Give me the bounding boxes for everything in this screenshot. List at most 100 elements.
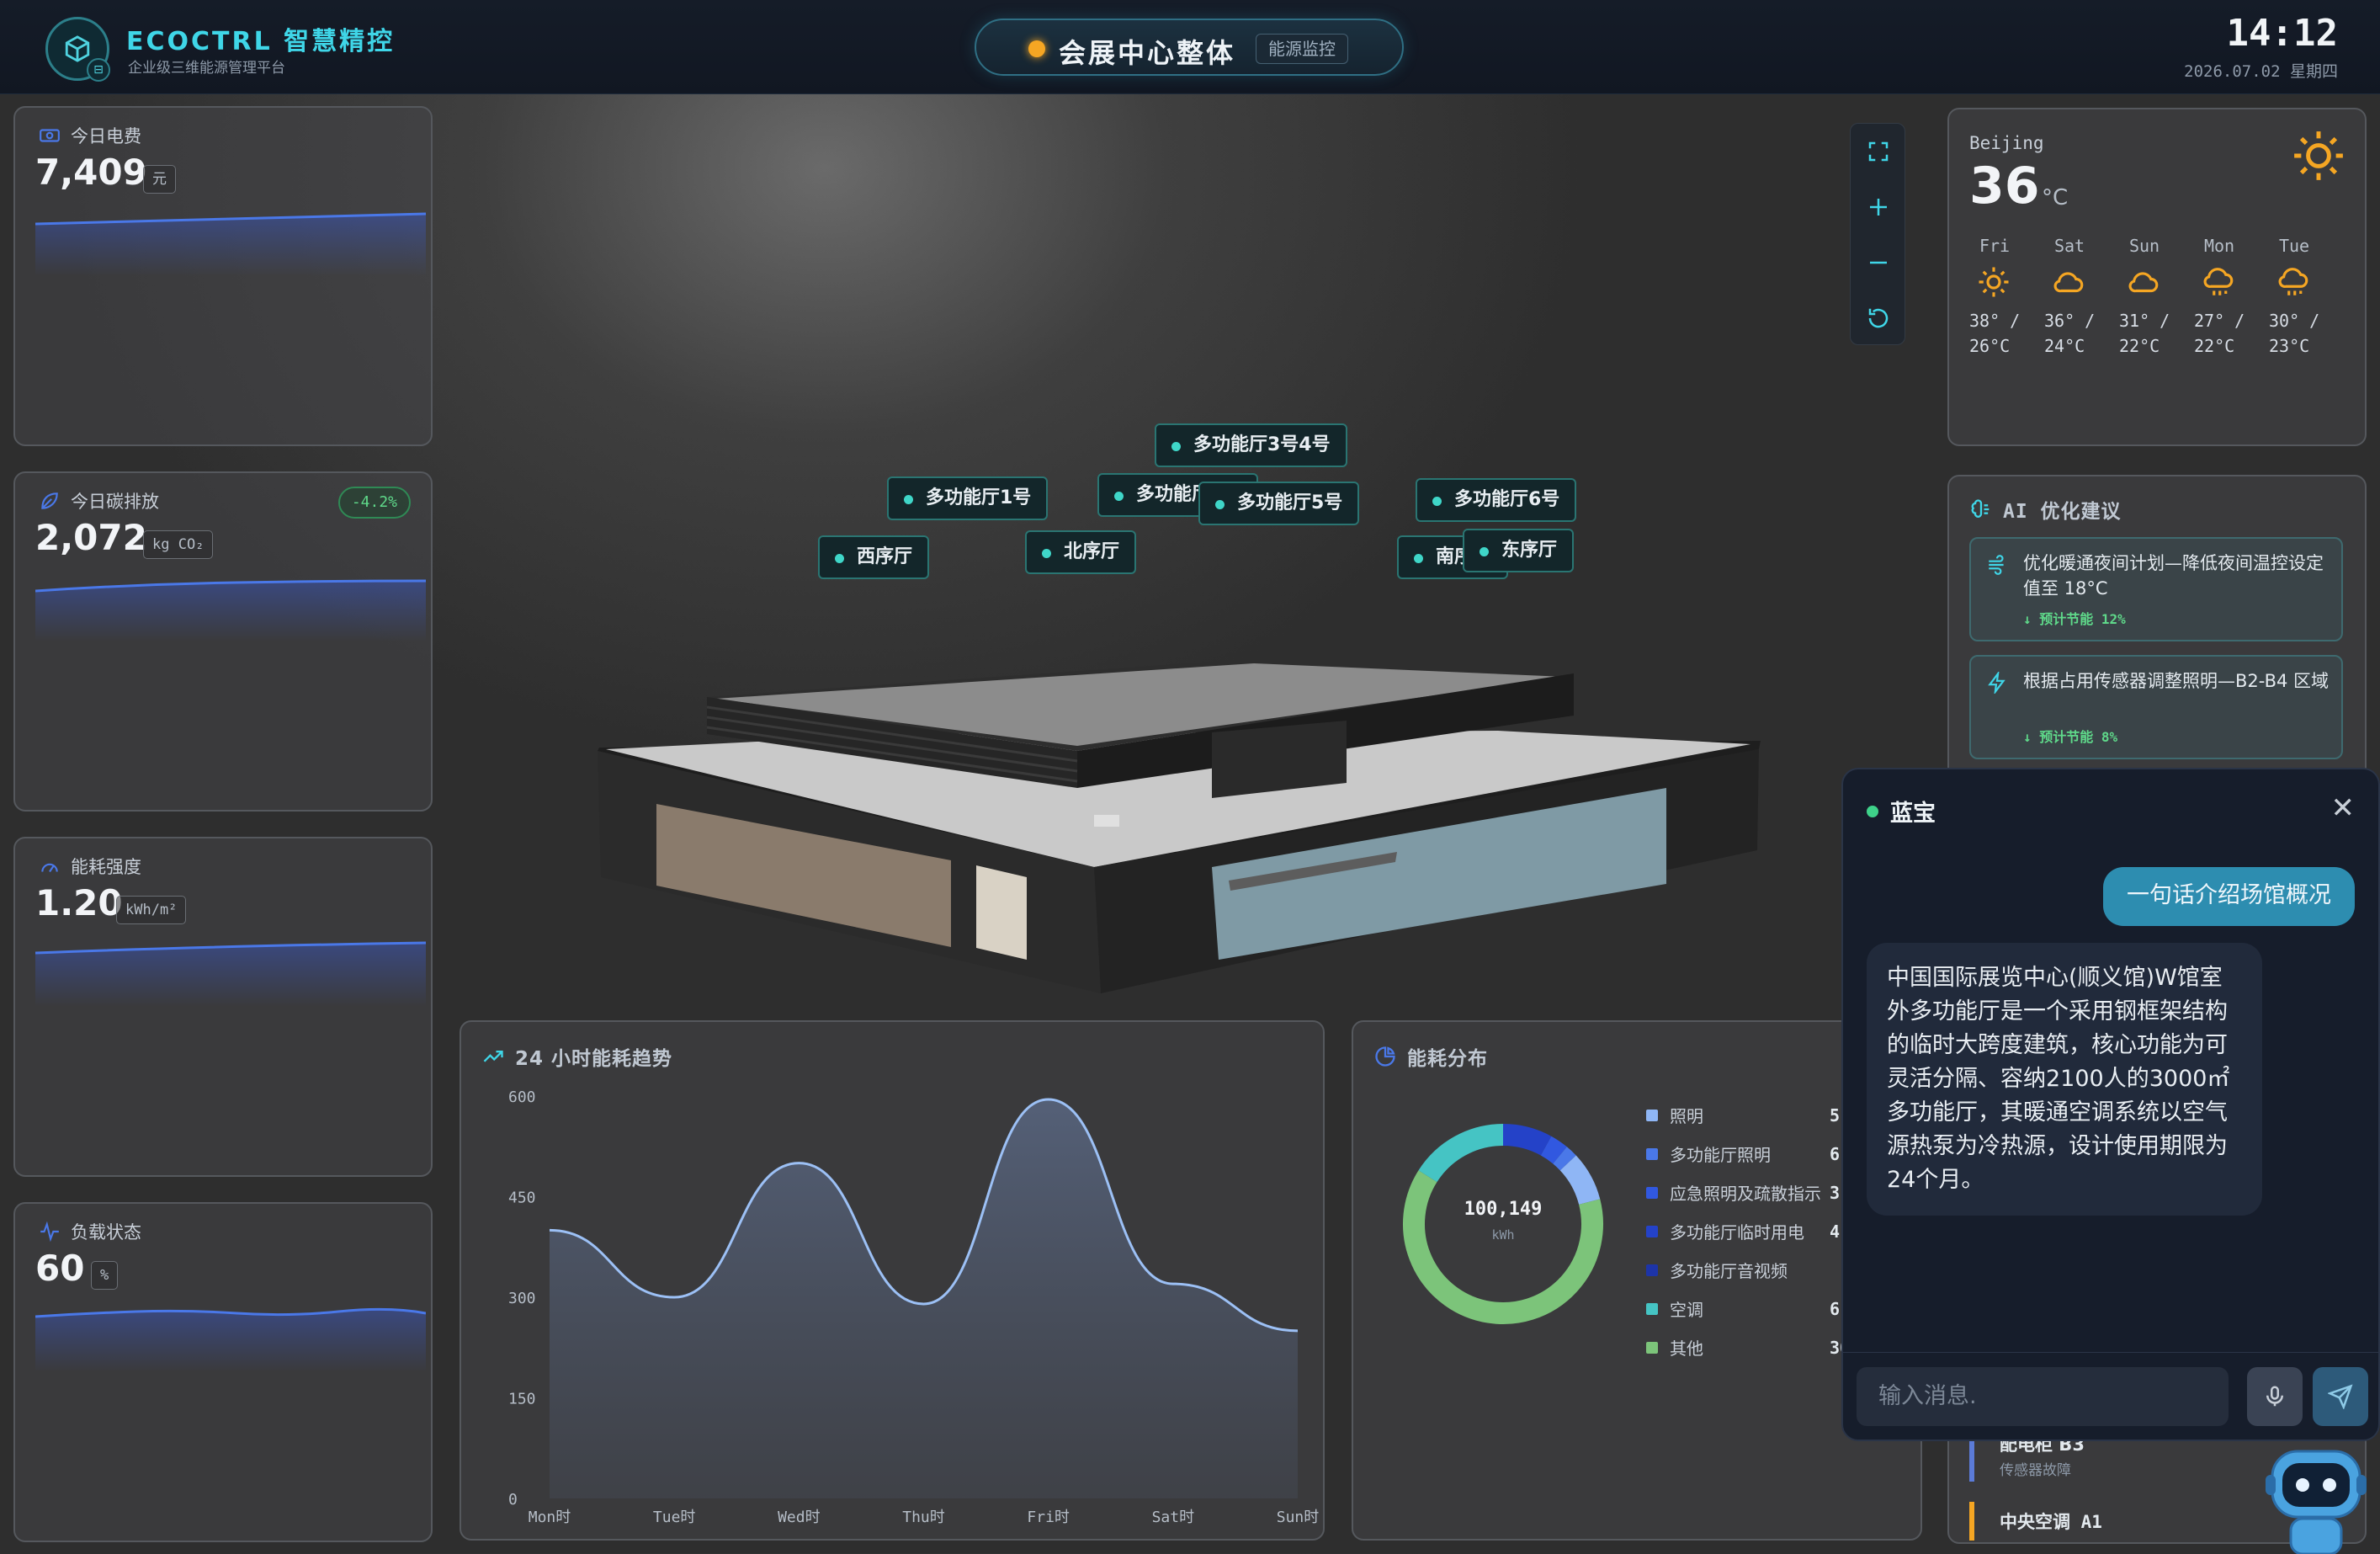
chat-input[interactable]: 输入消息. [1857, 1367, 2229, 1426]
legend-item[interactable]: 多功能厅照明 6 [1646, 1142, 1840, 1166]
forecast-day: Tue 30° /23°C [2269, 236, 2320, 356]
top-bar: ⊟ ECOCTRL 智慧精控 企业级三维能源管理平台 会展中心整体 能源监控 1… [0, 0, 2380, 94]
pulse-icon [40, 1221, 59, 1243]
weather-temp: 36 [1969, 157, 2040, 216]
send-icon [2328, 1384, 2353, 1409]
room-label-hall-6[interactable]: 多功能厅6号 [1416, 478, 1577, 522]
legend-value: 4 [1830, 1221, 1841, 1242]
mic-icon [2266, 1386, 2283, 1407]
suggestion-item[interactable]: 根据占用传感器调整照明—B2-B4 区域 ↓ 预计节能 8% [1969, 655, 2343, 759]
legend-item[interactable]: 其他30,8 [1646, 1335, 1870, 1360]
stat-card-cost: 今日电费 7,409 元 [13, 106, 433, 446]
donut-center-unit: kWh [1491, 1227, 1515, 1243]
cloud-icon [2128, 272, 2159, 293]
sun-icon [2294, 131, 2343, 180]
leaf-icon [41, 492, 58, 509]
room-label-east-foyer[interactable]: 东序厅 [1463, 529, 1575, 572]
legend-label: 空调 [1670, 1300, 1703, 1320]
legend-item[interactable]: 空调6,0 [1646, 1296, 1860, 1321]
room-label-hall-1[interactable]: 多功能厅1号 [887, 476, 1049, 520]
cube-icon [65, 35, 90, 62]
room-label-hall-3-4[interactable]: 多功能厅3号4号 [1155, 423, 1347, 467]
donut-center-value: 100,149 [1464, 1199, 1543, 1220]
scene-mode-tag: 能源监控 [1256, 34, 1348, 64]
stat-label: 今日电费 [39, 123, 141, 148]
zoom-out-icon[interactable] [1851, 235, 1906, 290]
y-tick-label: 600 [508, 1088, 536, 1106]
legend-value: 3 [1830, 1182, 1841, 1203]
close-icon[interactable]: ✕ [2331, 791, 2356, 825]
distribution-title: 能耗分布 [1373, 1042, 1488, 1071]
forecast-day: Mon 27° /22°C [2194, 236, 2245, 356]
x-tick-label: Wed时 [778, 1509, 821, 1526]
legend-value: 5 [1830, 1104, 1841, 1126]
fullscreen-icon[interactable] [1851, 124, 1906, 179]
distribution-donut [1403, 1124, 1603, 1324]
stat-label: 能耗强度 [39, 854, 141, 879]
legend-item[interactable]: 多功能厅音视频 [1646, 1258, 1788, 1282]
brain-icon [1971, 499, 1990, 518]
forecast-day: Sat 36° /24°C [2044, 236, 2096, 356]
sparkline [35, 212, 426, 276]
legend-label: 其他 [1670, 1338, 1703, 1359]
logo-badge-icon: ⊟ [87, 58, 110, 82]
donut-slice[interactable] [1418, 1124, 1504, 1183]
mic-button[interactable] [2247, 1367, 2303, 1426]
stat-card-carbon: 今日碳排放 -4.2% 2,072 kg CO₂ [13, 471, 433, 812]
room-label-north-foyer[interactable]: 北序厅 [1025, 530, 1137, 574]
stat-value: 7,409 [35, 152, 147, 193]
legend-item[interactable]: 多功能厅临时用电 4 [1646, 1219, 1840, 1243]
weather-card: Beijing 36 °C Fri 38° /26°C Sat 36° /24°… [1947, 108, 2367, 446]
suggestion-item[interactable]: 优化暖通夜间计划—降低夜间温控设定值至 18°C ↓ 预计节能 12% [1969, 537, 2343, 641]
send-button[interactable] [2313, 1367, 2368, 1426]
legend-swatch [1646, 1225, 1658, 1237]
legend-label: 应急照明及疏散指示 [1670, 1184, 1821, 1204]
trend-chart: 600 450 300 150 0 Mon时 Tue时 Wed时 Thu时 Fri时 Sat时 Sun… [508, 1088, 1319, 1526]
clock: 14:12 [2226, 12, 2338, 55]
room-label-west-foyer[interactable]: 西序厅 [818, 535, 930, 579]
room-label-hall-5[interactable]: 多功能厅5号 [1198, 482, 1360, 525]
donut-slice[interactable] [1403, 1170, 1603, 1324]
assistant-avatar[interactable] [2264, 1445, 2368, 1554]
legend-swatch [1646, 1341, 1658, 1354]
pie-icon [1375, 1046, 1395, 1067]
sparkline [35, 941, 426, 1007]
donut-slice[interactable] [1553, 1147, 1576, 1171]
forecast-day: Fri 38° /26°C [1969, 236, 2021, 356]
x-tick-label: Thu时 [902, 1509, 945, 1526]
stat-card-load: 负载状态 60 % [13, 1202, 433, 1542]
sun-icon [1979, 267, 2009, 297]
trend-chart-card: 24 小时能耗趋势 600 450 300 150 0 Mon时 Tue时 Wed时 Thu时 F… [460, 1020, 1325, 1541]
stat-unit: % [91, 1261, 119, 1290]
donut-slice[interactable] [1559, 1155, 1601, 1205]
x-tick-label: Mon时 [529, 1509, 571, 1526]
status-dot-icon [1028, 40, 1045, 57]
rain-icon [2278, 268, 2308, 295]
legend-label: 照明 [1670, 1106, 1703, 1126]
legend-item[interactable]: 照明 5 [1646, 1103, 1840, 1127]
reset-view-icon[interactable] [1851, 290, 1906, 346]
money-icon [40, 129, 60, 142]
chat-bot-name: 蓝宝 [1890, 801, 1936, 827]
weather-city: Beijing [1969, 133, 2044, 153]
stat-unit: 元 [143, 165, 176, 194]
y-tick-label: 300 [508, 1290, 536, 1307]
forecast-day: Sun 31° /22°C [2119, 236, 2170, 356]
stat-value: 2,072 [35, 517, 147, 558]
gauge-icon [41, 863, 58, 873]
alert-desc: 传感器故障 [2000, 1462, 2071, 1479]
legend-value: 6 [1830, 1143, 1841, 1164]
alert-item[interactable]: 中央空调 A1 [2000, 1509, 2102, 1534]
series-area [550, 1099, 1298, 1498]
scene-title-pill[interactable]: 会展中心整体 能源监控 [975, 19, 1404, 76]
building-3d-model[interactable] [589, 640, 1767, 1010]
donut-slice[interactable] [1502, 1124, 1552, 1156]
legend-swatch [1646, 1264, 1658, 1276]
legend-swatch [1646, 1302, 1658, 1315]
y-tick-label: 0 [508, 1491, 518, 1509]
donut-slice[interactable] [1540, 1136, 1567, 1164]
sparkline [35, 1307, 426, 1372]
zoom-in-icon[interactable] [1851, 179, 1906, 235]
legend-swatch [1646, 1147, 1658, 1160]
legend-item[interactable]: 应急照明及疏散指示 3 [1646, 1180, 1840, 1205]
